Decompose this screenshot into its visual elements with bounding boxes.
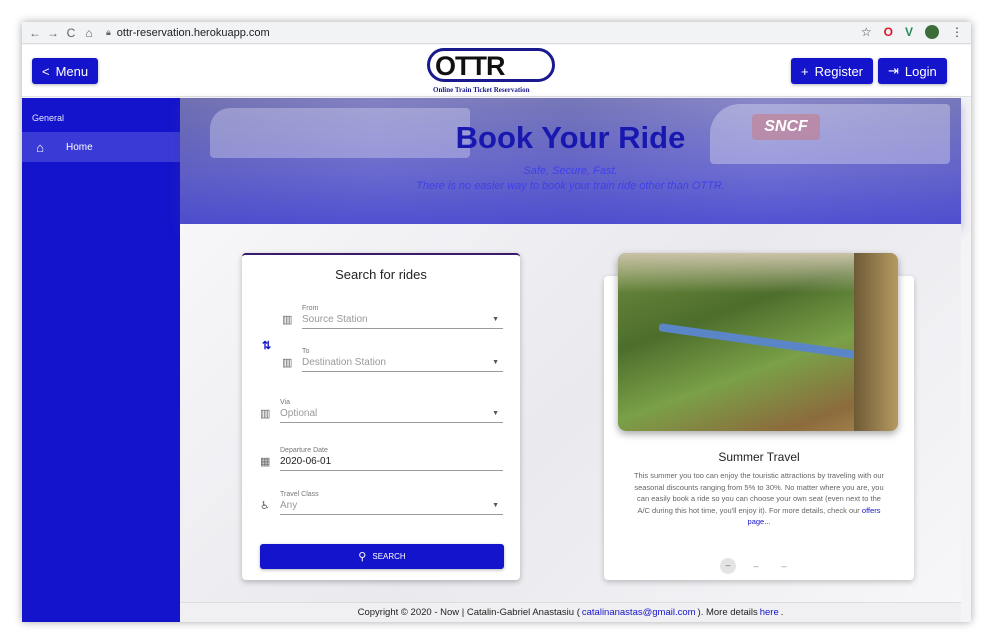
promo-image-train-side [854, 253, 898, 431]
app-window: ← → C ⌂ 🔒︎ ottr-reservation.herokuapp.co… [22, 22, 971, 622]
calendar-icon: ▦ [260, 456, 271, 468]
to-placeholder: Destination Station [302, 357, 386, 368]
lock-icon: 🔒︎ [106, 27, 111, 37]
search-button-label: SEARCH [372, 552, 406, 561]
search-icon: ⚲ [358, 551, 367, 563]
login-button[interactable]: ⇥ Login [878, 58, 947, 84]
forward-arrow-icon[interactable]: → [44, 26, 62, 40]
dropdown-arrow-icon: ▼ [492, 316, 499, 323]
home-icon: ⌂ [36, 139, 44, 155]
travel-class-field[interactable]: Travel Class Any ▼ [280, 491, 503, 515]
station-icon: ▥ [260, 408, 271, 420]
station-icon: ▥ [282, 357, 293, 369]
login-icon: ⇥ [888, 63, 899, 78]
carousel-indicator[interactable]: – [776, 561, 792, 571]
wheelchair-icon: ♿︎ [260, 500, 270, 512]
browser-toolbar: ← → C ⌂ 🔒︎ ottr-reservation.herokuapp.co… [22, 22, 971, 44]
footer-details-text: ). More details [697, 607, 758, 618]
sidebar: General ⌂ Home [22, 98, 180, 622]
profile-avatar[interactable] [925, 25, 939, 39]
promo-text: This summer you too can enjoy the touris… [632, 470, 886, 528]
footer-copyright: Copyright © 2020 - Now | Catalin-Gabriel… [357, 607, 580, 618]
dropdown-arrow-icon: ▼ [492, 410, 499, 417]
vue-devtools-icon[interactable]: V [905, 25, 913, 39]
from-select[interactable]: Source Station ▼ [302, 314, 503, 329]
logo-text: OTTR [435, 51, 505, 81]
address-bar[interactable]: 🔒︎ ottr-reservation.herokuapp.com [106, 27, 270, 39]
dropdown-arrow-icon: ▼ [492, 359, 499, 366]
departure-date-input[interactable]: 2020-06-01 [280, 456, 503, 471]
login-label: Login [904, 63, 937, 79]
via-label: Via [280, 399, 290, 406]
star-icon[interactable]: ☆ [861, 25, 872, 39]
menu-button-label: Menu [55, 63, 89, 79]
add-user-icon: + [801, 63, 809, 79]
from-field[interactable]: From Source Station ▼ [302, 305, 503, 329]
to-field[interactable]: To Destination Station ▼ [302, 348, 503, 372]
search-card-title: Search for rides [335, 267, 427, 282]
footer-end: . [780, 607, 784, 618]
from-label: From [302, 305, 319, 312]
register-label: Register [814, 63, 864, 79]
dropdown-arrow-icon: ▼ [492, 502, 499, 509]
menu-button[interactable]: < Menu [32, 58, 99, 84]
search-card: Search for rides ⇅ ▥ From Source Station… [242, 253, 520, 580]
travel-class-label: Travel Class [280, 491, 319, 498]
hero-title: Book Your Ride [455, 120, 686, 155]
back-arrow-icon[interactable]: ← [26, 26, 44, 40]
more-options-icon[interactable]: ⋮ [951, 25, 963, 39]
reload-icon[interactable]: C [62, 26, 80, 40]
station-icon: ▥ [282, 314, 293, 326]
sidebar-item-home[interactable]: ⌂ Home [22, 132, 180, 162]
carousel-indicators: – – – [720, 558, 792, 574]
to-label: To [302, 348, 310, 355]
register-button[interactable]: + Register [791, 58, 874, 84]
departure-date-value: 2020-06-01 [280, 456, 332, 467]
ottr-logo[interactable]: OTTR Online Train Ticket Reservation [427, 48, 557, 94]
search-button[interactable]: ⚲ SEARCH [260, 544, 504, 569]
sidebar-section-label: General [32, 113, 65, 123]
from-placeholder: Source Station [302, 314, 368, 325]
main-content: Search for rides ⇅ ▥ From Source Station… [180, 224, 961, 602]
promo-image [618, 253, 898, 431]
chevron-left-icon: < [42, 63, 50, 79]
promo-title: Summer Travel [718, 450, 800, 464]
sidebar-item-label: Home [66, 141, 93, 153]
promo-image-train [658, 323, 858, 359]
via-select[interactable]: Optional ▼ [280, 408, 503, 423]
carousel-indicator[interactable]: – [748, 561, 764, 571]
travel-class-select[interactable]: Any ▼ [280, 500, 503, 515]
carousel-indicator-active[interactable]: – [720, 558, 736, 574]
browser-extensions: ☆ O V ⋮ [861, 25, 963, 39]
swap-stations-icon[interactable]: ⇅ [262, 339, 271, 352]
hero-subtitle: Safe, Secure, Fast. There is no easier w… [180, 164, 961, 194]
via-field[interactable]: Via Optional ▼ [280, 399, 503, 423]
hero-subtitle-line1: Safe, Secure, Fast. [523, 165, 618, 177]
departure-date-field[interactable]: Departure Date 2020-06-01 [280, 447, 503, 471]
footer: Copyright © 2020 - Now | Catalin-Gabriel… [180, 602, 961, 622]
app-header: < Menu OTTR Online Train Ticket Reservat… [22, 45, 971, 97]
footer-here-link[interactable]: here [760, 607, 779, 618]
promo-body: This summer you too can enjoy the touris… [633, 471, 885, 515]
url-text: ottr-reservation.herokuapp.com [116, 26, 270, 39]
via-placeholder: Optional [280, 408, 318, 419]
logo-subtitle: Online Train Ticket Reservation [433, 86, 530, 94]
departure-date-label: Departure Date [280, 447, 328, 454]
opera-icon[interactable]: O [884, 25, 893, 39]
home-icon[interactable]: ⌂ [80, 26, 98, 40]
to-select[interactable]: Destination Station ▼ [302, 357, 503, 372]
hero-subtitle-line2: There is no easier way to book your trai… [416, 180, 725, 192]
travel-class-value: Any [280, 500, 298, 511]
hero-banner: SNCF Book Your Ride Safe, Secure, Fast. … [180, 98, 961, 224]
footer-email-link[interactable]: catalinanastas@gmail.com [582, 607, 696, 618]
